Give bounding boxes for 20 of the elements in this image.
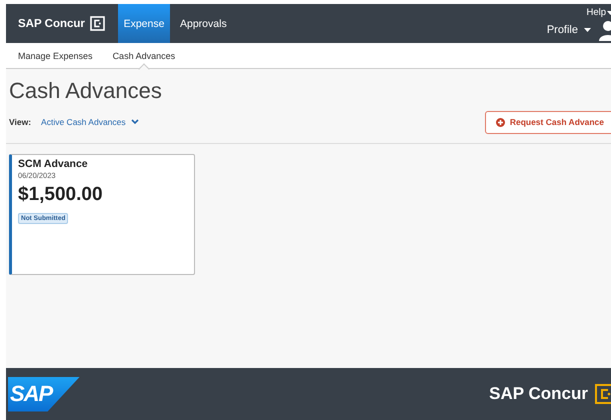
logo-mark-icon (90, 16, 105, 31)
nav-tab[interactable]: Approvals (170, 4, 237, 43)
view-dropdown[interactable]: Active Cash Advances (41, 117, 139, 127)
request-cash-advance-button[interactable]: Request Cash Advance (484, 110, 611, 134)
chevron-down-icon (130, 119, 139, 125)
help-link[interactable]: Help (586, 7, 606, 18)
subnav-tab[interactable]: Manage Expenses (18, 43, 93, 68)
user-icon[interactable] (597, 19, 611, 41)
footer-brand: SAP Concur (489, 384, 588, 404)
nav-tab[interactable]: Expense (118, 4, 170, 43)
logo-mark-icon (595, 384, 611, 404)
advance-name: SCM Advance (18, 158, 89, 171)
plus-circle-icon (496, 118, 505, 126)
advance-amount: $1,500.00 (18, 183, 104, 207)
page-title: Cash Advances (8, 77, 163, 104)
profile-menu[interactable]: Profile (546, 24, 578, 36)
view-label: View: (9, 117, 32, 127)
caret-icon (584, 28, 591, 32)
sap-logo: SAP (8, 376, 80, 412)
brand-name: SAP Concur (18, 18, 85, 30)
